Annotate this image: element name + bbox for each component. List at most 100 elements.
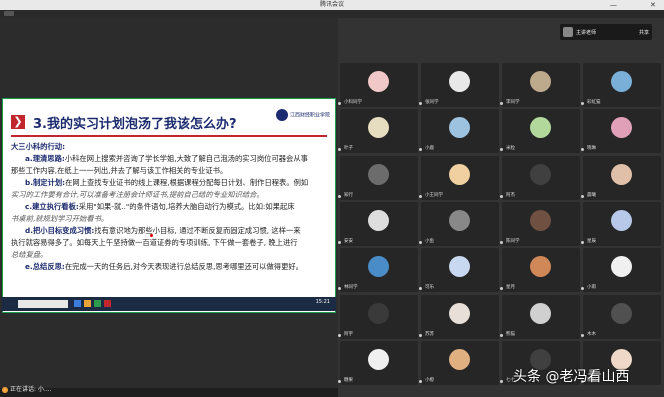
toolbar-toggle[interactable] [4, 11, 14, 16]
slide-line: 实习的工作要有合计,可以准备考注册会计师证书,提前自己结的专业知识结合。 [11, 190, 264, 199]
participant-name: 熊猫 [506, 331, 515, 337]
participant-avatar [368, 302, 389, 324]
school-seal-icon [276, 109, 288, 121]
slide-title: 3.我的实习计划泡汤了我该怎么办? [33, 117, 237, 132]
participant-tile[interactable]: 小鹿 [419, 109, 499, 154]
participant-avatar [530, 256, 551, 278]
participant-name: 陈同学 [506, 238, 520, 244]
slide-line: b.制定计划:在网上查找专业证书的线上课程,根据课程分配每日计划、制作日程表。例… [11, 177, 331, 189]
participant-tile[interactable]: 陈同学 [500, 201, 580, 246]
participant-tile[interactable]: 星辰 [581, 201, 661, 246]
participant-avatar [530, 209, 551, 231]
active-speaker-card[interactable]: 主讲老师 共享 [560, 24, 652, 40]
participant-avatar [368, 209, 389, 231]
slide-line: 书桌前,就规划学习开始看书。 [11, 214, 109, 223]
participant-avatar [449, 163, 470, 185]
slide-line: 那些工作内容,在纸上一一列出,并去了解与该工作相关的专业证书。 [11, 166, 228, 175]
participant-tile[interactable]: 苏苏 [419, 294, 499, 339]
participant-tile[interactable]: 小鱼 [419, 201, 499, 246]
participant-tile[interactable]: 叶子 [338, 109, 418, 154]
participant-name: 小科同学 [344, 100, 362, 105]
participant-avatar [530, 302, 551, 324]
speaking-indicator: 正在讲话: 小.... [2, 384, 52, 393]
participant-tile[interactable]: 糖果 [338, 340, 418, 385]
participant-name: 可乐 [425, 285, 434, 291]
participant-avatar [368, 348, 389, 370]
slide-line: d.把小目标变成习惯:找有意识地为那些小目标, 通过不断反复而固定成习惯, 这样… [11, 225, 331, 237]
participant-tile[interactable]: 张同学 [419, 63, 499, 107]
participant-avatar [449, 71, 470, 92]
participant-tile[interactable]: 彩虹猫 [581, 63, 661, 107]
slide-line-text: 在完成一天的任务后,对今天表现进行总结反思,思考哪里还可以做得更好。 [64, 262, 303, 271]
participant-avatar [449, 256, 470, 278]
participant-tile[interactable]: 知行 [338, 155, 418, 200]
mic-muted-icon [500, 333, 503, 337]
participant-tile[interactable]: 可乐 [419, 248, 499, 293]
mic-muted-icon [419, 379, 422, 383]
meeting-toolbar [0, 10, 664, 18]
mic-muted-icon [500, 194, 503, 198]
participant-avatar [449, 348, 470, 370]
participant-name: 李同学 [506, 100, 520, 105]
participant-avatar [368, 117, 389, 139]
slide-line-text: 找有意识地为那些小目标, 通过不断反复而固定成习惯, 这样一来 [94, 226, 301, 235]
participant-tile[interactable]: 阿杰 [500, 155, 580, 200]
participant-tile[interactable]: 木木 [581, 294, 661, 339]
mic-muted-icon [338, 240, 341, 244]
participant-name: 彩虹猫 [587, 100, 601, 105]
slide-body: 大三小科的行动: a.理清思路:小科在网上搜索并咨询了学长学姐,大致了解自己泡汤的… [11, 141, 331, 273]
mic-muted-icon [500, 379, 503, 383]
participant-tile[interactable]: 晨曦 [581, 155, 661, 200]
mic-muted-icon [581, 287, 584, 291]
participant-tile[interactable]: 小雨 [581, 248, 661, 293]
participant-tile[interactable]: 星月 [500, 248, 580, 293]
participant-avatar [611, 256, 632, 278]
speaker-name: 主讲老师 [576, 30, 597, 36]
taskbar-clock: 15:21 [315, 299, 330, 305]
participant-avatar [368, 163, 389, 185]
mic-muted-icon [338, 194, 341, 198]
speaking-label: 正在讲话: 小.... [10, 386, 52, 393]
participant-tile[interactable]: 熊猫 [500, 294, 580, 339]
participant-name: 叶子 [344, 146, 353, 152]
taskbar-search-box [18, 300, 68, 308]
slide-line-text: 在网上查找专业证书的线上课程,根据课程分配每日计划、制作日程表。例如 [65, 178, 309, 187]
participant-name: 张同学 [425, 100, 439, 105]
mic-muted-icon [500, 102, 503, 105]
participant-tile[interactable]: 晓琳 [581, 109, 661, 154]
minimize-button[interactable]: — [610, 0, 617, 10]
participant-tile[interactable]: 米粒 [500, 109, 580, 154]
mic-muted-icon [419, 148, 422, 152]
slide-line-lead: c.建立执行看板: [25, 202, 79, 211]
participant-avatar [611, 163, 632, 185]
shared-slide: ❯ 3.我的实习计划泡汤了我该怎么办? 江西财经职业学院 大三小科的行动: a.理… [2, 98, 336, 313]
participant-tile[interactable]: 小科同学 [338, 63, 418, 107]
mic-muted-icon [419, 102, 422, 105]
participant-avatar [368, 256, 389, 278]
participant-name: 星月 [506, 285, 515, 291]
participant-name: 小王同学 [425, 192, 443, 198]
participant-name: 小鱼 [425, 238, 434, 244]
slide-header: ❯ 3.我的实习计划泡汤了我该怎么办? [11, 111, 311, 133]
mic-muted-icon [338, 379, 341, 383]
participant-tile[interactable]: 李同学 [500, 63, 580, 107]
shared-taskbar: 15:21 [2, 297, 336, 311]
participant-tile[interactable]: 小橙 [419, 340, 499, 385]
participant-name: 木木 [587, 331, 596, 337]
participant-tile[interactable]: 安安 [338, 201, 418, 246]
mic-muted-icon [338, 148, 341, 152]
participant-tile[interactable]: 小王同学 [419, 155, 499, 200]
participant-avatar [368, 71, 389, 92]
participant-name: 林同学 [344, 285, 358, 291]
participant-avatar [611, 117, 632, 139]
slide-line: a.理清思路:小科在网上搜索并咨询了学长学姐,大致了解自己泡汤的实习岗位可器会从… [11, 153, 331, 165]
participant-avatar [449, 302, 470, 324]
close-button[interactable]: ✕ [650, 0, 656, 10]
slide-line-text: 小科在网上搜索并咨询了学长学姐,大致了解自己泡汤的实习岗位可器会从事 [64, 154, 308, 163]
mic-muted-icon [581, 148, 584, 152]
mic-muted-icon [581, 194, 584, 198]
slide-line: 执行就容易得多了。如每天上午坚持做一百道证券的专项训练, 下午做一套卷子, 晚上… [11, 238, 298, 247]
participant-tile[interactable]: 林同学 [338, 248, 418, 293]
participant-tile[interactable]: 阿宇 [338, 294, 418, 339]
participant-name: 晓琳 [587, 146, 596, 152]
